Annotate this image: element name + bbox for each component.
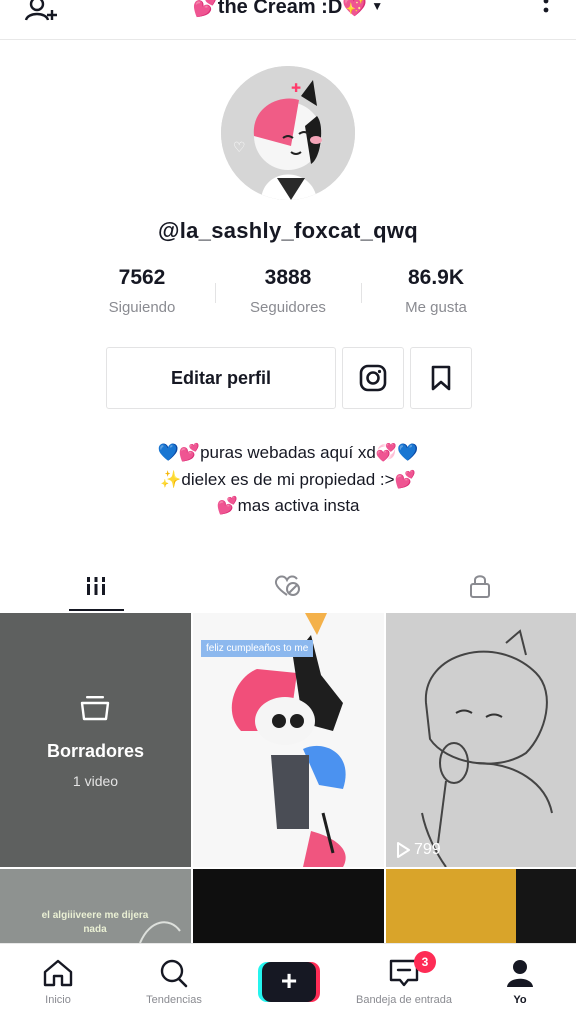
followers-count: 3888 <box>264 266 312 289</box>
top-bar: 💕the Cream :D💖 ▼ <box>0 0 576 40</box>
video-grid: Borradores 1 video feliz cumpleaños to m… <box>0 613 576 943</box>
stat-following[interactable]: 7562 Siguiendo <box>72 266 212 316</box>
drafts-count: 1 video <box>72 773 119 789</box>
likes-label: Me gusta <box>405 299 467 316</box>
nav-inbox-label: Bandeja de entrada <box>355 994 453 1006</box>
edit-profile-label: Editar perfil <box>170 367 272 388</box>
video-thumbnail-art <box>139 921 181 943</box>
active-tab-indicator <box>69 609 124 611</box>
svg-text:♡: ♡ <box>233 140 246 156</box>
nav-home-label: Inicio <box>45 994 71 1006</box>
account-title: 💕the Cream :D💖 <box>192 0 368 18</box>
tab-private[interactable] <box>384 560 576 612</box>
favorites-button[interactable] <box>410 347 472 409</box>
avatar[interactable]: ♡ ✚ <box>221 66 355 200</box>
bio-line: ✨dielex es de mi propiedad :>💕 <box>160 469 416 489</box>
instagram-icon <box>359 364 387 392</box>
edit-profile-button[interactable]: Editar perfil <box>106 347 336 409</box>
svg-text:✚: ✚ <box>291 81 301 95</box>
nav-discover[interactable]: Tendencias <box>116 944 232 1024</box>
video-thumbnail[interactable] <box>193 869 384 943</box>
liked-heart-icon <box>274 575 300 596</box>
profile-bio: 💙💕puras webadas aquí xd💞💙 ✨dielex es de … <box>0 440 576 520</box>
drafts-title: Borradores <box>46 741 145 761</box>
video-thumbnail[interactable]: 799 <box>386 613 576 867</box>
tab-videos[interactable] <box>0 560 192 612</box>
stat-divider <box>215 283 216 303</box>
lock-icon <box>470 575 490 598</box>
chevron-down-icon: ▼ <box>371 0 384 13</box>
grid-icon <box>85 577 107 595</box>
bio-line: 💙💕puras webadas aquí xd💞💙 <box>157 443 419 462</box>
likes-count: 86.9K <box>407 266 465 289</box>
video-thumbnail[interactable] <box>386 869 576 943</box>
video-thumbnail[interactable]: el algiiiveere me dijera nada <box>0 869 191 943</box>
bio-line: 💕mas activa insta <box>216 496 360 515</box>
instagram-button[interactable] <box>342 347 404 409</box>
following-count: 7562 <box>118 266 166 289</box>
video-thumbnail-art <box>386 869 516 943</box>
followers-label: Seguidores <box>250 299 326 316</box>
video-thumbnail[interactable]: feliz cumpleaños to me <box>193 613 384 867</box>
video-caption: feliz cumpleaños to me <box>201 640 314 657</box>
view-count: 799 <box>396 841 441 859</box>
profile-username: @la_sashly_foxcat_qwq <box>157 218 419 243</box>
nav-inbox[interactable]: Bandeja de entrada <box>346 944 462 1024</box>
more-options-icon[interactable] <box>542 0 550 20</box>
home-icon <box>43 959 73 987</box>
bottom-navigation: Inicio Tendencias + Bandeja de entrada 3… <box>0 943 576 1024</box>
plus-icon: + <box>262 962 316 1002</box>
stat-divider <box>361 283 362 303</box>
nav-home[interactable]: Inicio <box>0 944 116 1024</box>
content-tabs <box>0 560 576 612</box>
bookmark-icon <box>431 365 451 391</box>
avatar-illustration: ♡ ✚ <box>221 66 355 200</box>
create-video-button[interactable]: + <box>258 962 320 1002</box>
profile-icon <box>507 960 533 987</box>
drafts-icon <box>80 696 110 721</box>
view-count-value: 799 <box>414 841 441 858</box>
nav-discover-label: Tendencias <box>146 994 202 1006</box>
nav-profile[interactable]: Yo <box>462 944 576 1024</box>
following-label: Siguiendo <box>108 299 176 316</box>
play-icon <box>397 842 410 858</box>
inbox-badge: 3 <box>414 951 436 973</box>
video-thumbnail-art <box>386 613 576 867</box>
tab-liked[interactable] <box>192 560 384 612</box>
stat-followers[interactable]: 3888 Seguidores <box>218 266 358 316</box>
stat-likes[interactable]: 86.9K Me gusta <box>366 266 506 316</box>
search-icon <box>160 959 188 988</box>
drafts-tile[interactable]: Borradores 1 video <box>0 613 191 867</box>
account-switcher[interactable]: 💕the Cream :D💖 ▼ <box>0 0 576 19</box>
nav-profile-label: Yo <box>513 994 527 1006</box>
